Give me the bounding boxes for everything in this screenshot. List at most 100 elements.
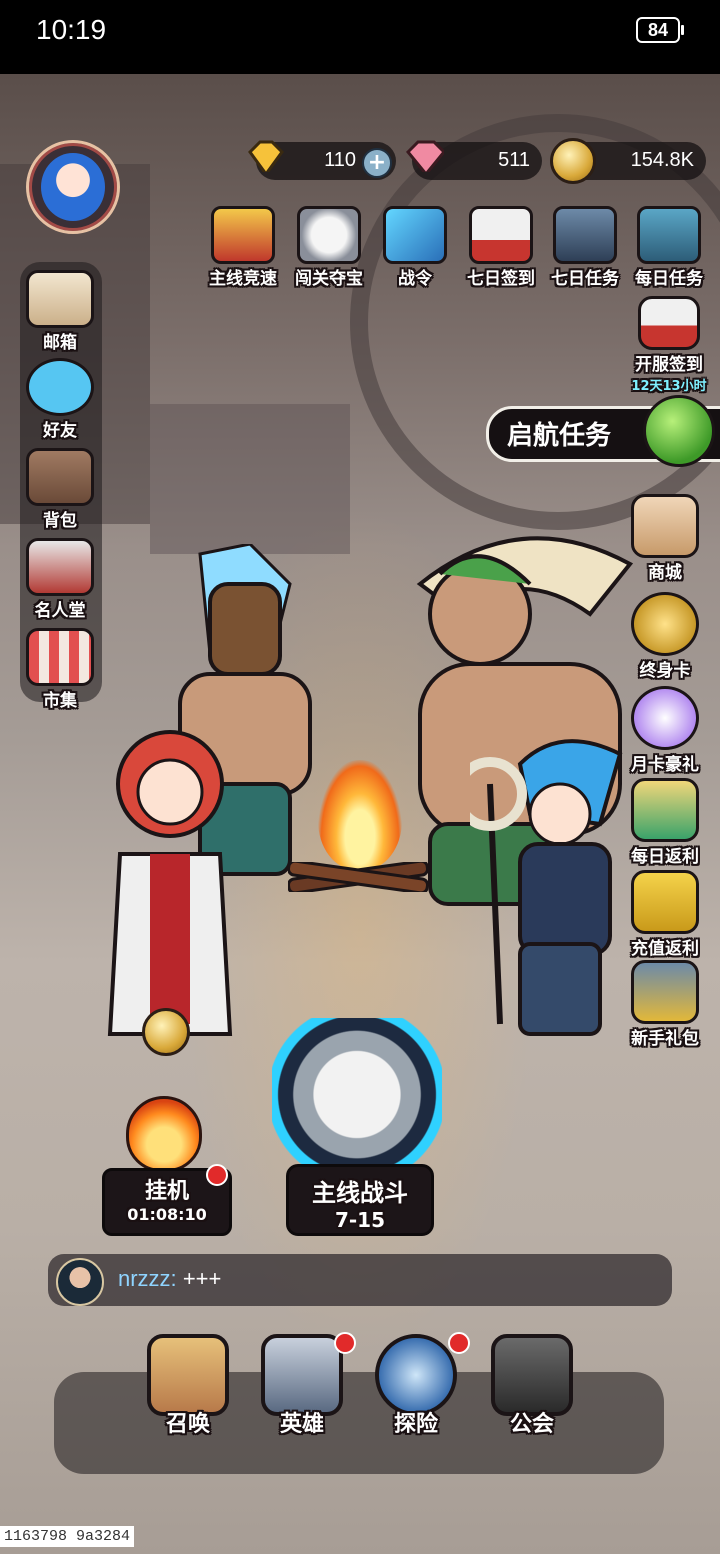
friends-label: 好友 xyxy=(43,421,77,441)
daily-rebate-label: 每日返利 xyxy=(631,847,699,867)
explore-label: 探险 xyxy=(393,1412,438,1437)
treasure-raid-button[interactable]: 闯关夺宝 xyxy=(286,206,372,289)
summon-nav-button[interactable]: 召唤 xyxy=(138,1334,238,1438)
coin-value: 154.8K xyxy=(630,149,694,171)
battery-indicator: 84 xyxy=(636,17,684,43)
treasure-raid-label: 闯关夺宝 xyxy=(295,269,363,289)
status-bar: 10:19 84 xyxy=(0,0,720,74)
main-battle-label: 主线战斗 xyxy=(312,1179,408,1207)
guild-shield-icon xyxy=(491,1334,573,1416)
wolf-mask-icon xyxy=(297,206,361,264)
chat-message: +++ xyxy=(182,1266,222,1291)
calendar-icon xyxy=(638,296,700,350)
add-currency-button[interactable]: + xyxy=(362,148,392,178)
compass-icon xyxy=(375,1334,457,1416)
mail-label: 邮箱 xyxy=(43,333,77,353)
trophy-icon xyxy=(211,206,275,264)
mail-icon xyxy=(26,270,94,328)
friends-icon xyxy=(26,358,94,416)
main-race-button[interactable]: 主线竞速 xyxy=(200,206,286,289)
main-battle-stage: 7-15 xyxy=(334,1208,386,1232)
market-label: 市集 xyxy=(43,691,77,711)
floating-coin-icon[interactable] xyxy=(142,1008,190,1056)
idle-timer: 01:08:10 xyxy=(127,1205,207,1224)
friends-button[interactable]: 好友 xyxy=(18,358,102,441)
red-mage-character[interactable] xyxy=(100,714,240,1044)
topup-rebate-button[interactable]: 充值返利 xyxy=(620,870,710,959)
game-scene xyxy=(0,74,720,1554)
topup-rebate-label: 充值返利 xyxy=(631,939,699,959)
chat-bar[interactable]: nrzzz: +++ xyxy=(48,1254,672,1306)
shop-button[interactable]: 商城 xyxy=(620,494,710,583)
battle-pass-label: 战令 xyxy=(398,269,432,289)
backpack-button[interactable]: 背包 xyxy=(18,448,102,531)
seven-day-task-label: 七日任务 xyxy=(551,269,619,289)
clock: 10:19 xyxy=(36,14,107,45)
starter-pack-button[interactable]: 新手礼包 xyxy=(620,960,710,1049)
background-wall xyxy=(150,404,350,554)
gold-gem-icon xyxy=(248,140,284,172)
seven-day-signin-button[interactable]: 七日签到 xyxy=(458,206,544,289)
starter-pack-label: 新手礼包 xyxy=(631,1029,699,1049)
summon-label: 召唤 xyxy=(165,1412,210,1437)
market-button[interactable]: 市集 xyxy=(18,628,102,711)
hall-of-fame-button[interactable]: 名人堂 xyxy=(18,538,102,621)
match-card-icon xyxy=(631,870,699,934)
explore-notification-dot xyxy=(448,1332,470,1354)
pink-gem-value: 511 xyxy=(498,149,530,171)
hero-label: 英雄 xyxy=(279,1412,324,1437)
monthly-card-label: 月卡豪礼 xyxy=(631,755,699,775)
ssr-card-icon xyxy=(631,686,699,750)
summon-icon xyxy=(147,1334,229,1416)
backpack-label: 背包 xyxy=(43,511,77,531)
battle-pass-button[interactable]: 战令 xyxy=(372,206,458,289)
green-slime-icon xyxy=(643,395,715,467)
shop-label: 商城 xyxy=(648,563,682,583)
launch-quest-label: 启航任务 xyxy=(507,421,612,451)
launch-quest-banner[interactable]: 启航任务 xyxy=(486,395,720,467)
idle-flame-icon[interactable] xyxy=(126,1096,202,1172)
server-signin-button[interactable]: 开服签到 12天13小时 xyxy=(624,296,714,394)
gift-box-icon xyxy=(631,778,699,842)
pink-gem-icon xyxy=(405,140,444,172)
server-signin-timer: 12天13小时 xyxy=(631,379,707,394)
daily-rebate-button[interactable]: 每日返利 xyxy=(620,778,710,867)
seven-day-task-button[interactable]: 七日任务 xyxy=(542,206,628,289)
hero-icon xyxy=(261,1334,343,1416)
hero-notification-dot xyxy=(334,1332,356,1354)
main-race-label: 主线竞速 xyxy=(209,269,277,289)
server-signin-label: 开服签到 xyxy=(635,355,703,375)
calendar-icon xyxy=(469,206,533,264)
campfire xyxy=(318,760,402,870)
main-battle-button[interactable]: 主线战斗 7-15 xyxy=(286,1164,434,1236)
shop-bag-icon xyxy=(631,494,699,558)
scroll-icon xyxy=(383,206,447,264)
guild-nav-button[interactable]: 公会 xyxy=(482,1334,582,1438)
chat-user-avatar[interactable] xyxy=(56,1258,104,1306)
crown-icon xyxy=(631,592,699,656)
seven-day-signin-label: 七日签到 xyxy=(467,269,535,289)
daily-task-label: 每日任务 xyxy=(635,269,703,289)
lifetime-card-button[interactable]: 终身卡 xyxy=(620,592,710,681)
daily-task-button[interactable]: 每日任务 xyxy=(626,206,712,289)
gold-gem-value: 110 xyxy=(324,149,356,171)
avatar-portrait xyxy=(41,153,105,221)
hall-of-fame-label: 名人堂 xyxy=(34,601,86,621)
lifetime-card-label: 终身卡 xyxy=(639,661,691,681)
chat-username: nrzzz: xyxy=(118,1266,177,1291)
book-icon xyxy=(637,206,701,264)
monthly-card-button[interactable]: 月卡豪礼 xyxy=(620,686,710,775)
helmet-icon xyxy=(553,206,617,264)
guild-label: 公会 xyxy=(509,1412,554,1437)
wolf-emblem-icon[interactable] xyxy=(272,1018,442,1188)
blue-haired-staff-character[interactable] xyxy=(470,724,640,1044)
chat-message-line: nrzzz: +++ xyxy=(118,1266,221,1292)
backpack-icon xyxy=(26,448,94,506)
hall-of-fame-icon xyxy=(26,538,94,596)
coin-icon xyxy=(550,138,596,184)
build-id: 1163798 9a3284 xyxy=(0,1526,135,1547)
idle-notification-dot xyxy=(206,1164,228,1186)
player-avatar[interactable] xyxy=(26,140,120,234)
market-icon xyxy=(26,628,94,686)
mail-button[interactable]: 邮箱 xyxy=(18,270,102,353)
